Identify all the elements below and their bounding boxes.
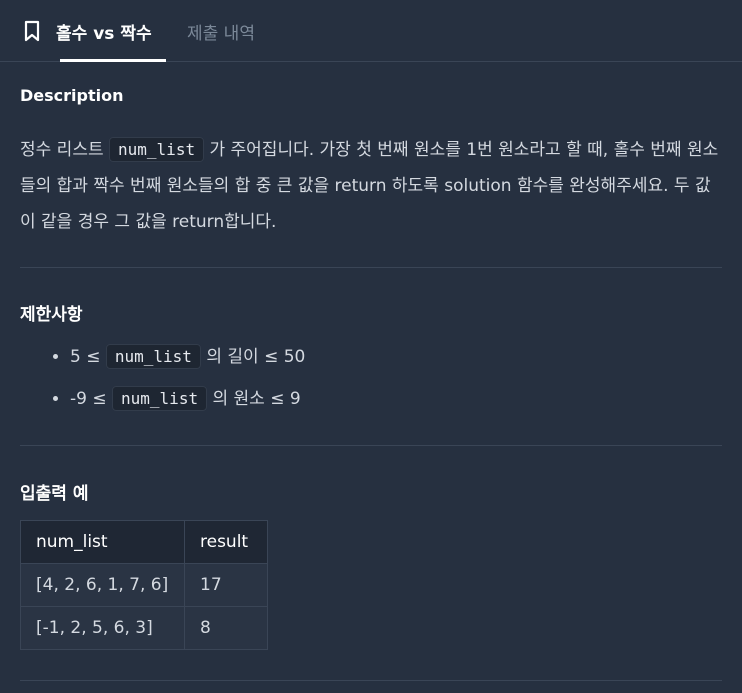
constraints-list: 5 ≤ num_list 의 길이 ≤ 50 -9 ≤ num_list 의 원… (20, 342, 305, 426)
table-row: [4, 2, 6, 1, 7, 6] 17 (20, 563, 268, 607)
inline-code: num_list (105, 344, 201, 369)
constraint-suffix: 의 원소 ≤ 9 (207, 389, 301, 409)
bookmark-icon[interactable] (22, 20, 42, 42)
table-cell: 17 (184, 563, 268, 607)
inline-code: num_list (112, 386, 208, 411)
active-tab-indicator (60, 59, 166, 62)
column-header: num_list (20, 520, 185, 564)
table-row: [-1, 2, 5, 6, 3] 8 (20, 606, 268, 650)
tab-submissions[interactable]: 제출 내역 (187, 0, 255, 62)
section-divider (20, 445, 722, 446)
constraint-item: -9 ≤ num_list 의 원소 ≤ 9 (70, 384, 305, 426)
tab-problem[interactable]: 홀수 vs 짝수 (22, 0, 152, 62)
constraint-prefix: 5 ≤ (70, 347, 106, 367)
section-divider (20, 680, 722, 681)
table-cell: 8 (184, 606, 268, 650)
description-text: 정수 리스트 num_list 가 주어집니다. 가장 첫 번째 원소를 1번 … (20, 132, 722, 240)
description-part-1: 정수 리스트 (20, 140, 110, 160)
table-header-row: num_list result (20, 520, 268, 564)
table-cell: [-1, 2, 5, 6, 3] (20, 606, 185, 650)
constraint-prefix: -9 ≤ (70, 389, 113, 409)
table-cell: [4, 2, 6, 1, 7, 6] (20, 563, 185, 607)
inline-code: num_list (109, 137, 205, 162)
tab-problem-label: 홀수 vs 짝수 (56, 23, 152, 44)
constraint-item: 5 ≤ num_list 의 길이 ≤ 50 (70, 342, 305, 384)
column-header: result (184, 520, 268, 564)
description-heading: Description (20, 86, 124, 105)
constraints-heading: 제한사항 (20, 305, 83, 325)
examples-heading: 입출력 예 (20, 484, 89, 504)
constraint-suffix: 의 길이 ≤ 50 (200, 347, 306, 367)
tab-bar: 홀수 vs 짝수 제출 내역 (0, 0, 742, 62)
section-divider (20, 267, 722, 268)
examples-table: num_list result [4, 2, 6, 1, 7, 6] 17 [-… (20, 520, 268, 650)
